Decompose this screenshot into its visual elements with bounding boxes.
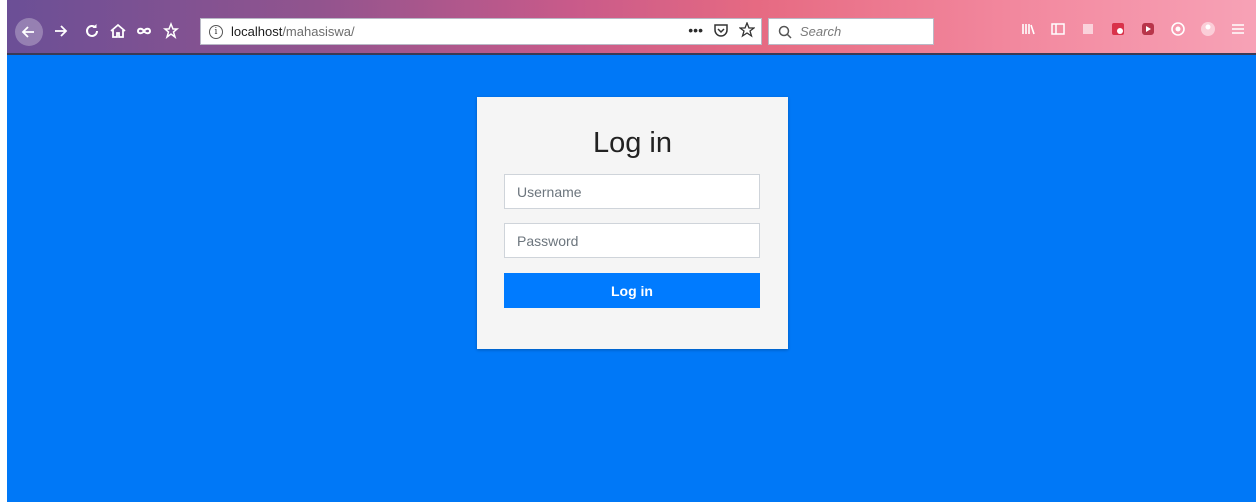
pocket-icon[interactable]	[713, 22, 729, 38]
login-title: Log in	[592, 127, 672, 159]
url-path: /mahasiswa/	[282, 24, 355, 39]
url-actions: •••	[688, 22, 755, 38]
browser-toolbar: i localhost /mahasiswa/ ••• Search	[7, 0, 1256, 55]
home-icon	[110, 23, 126, 38]
sidebar-icon[interactable]	[1050, 21, 1066, 37]
search-icon	[778, 25, 792, 39]
search-bar[interactable]: Search	[768, 18, 934, 45]
login-card: Log in Log in	[477, 97, 788, 349]
reload-button[interactable]	[81, 20, 103, 42]
extension-icon[interactable]	[1080, 21, 1096, 37]
browser-window: i localhost /mahasiswa/ ••• Search Log i…	[7, 0, 1256, 502]
reload-icon	[86, 24, 98, 37]
pdf-icon[interactable]	[1110, 21, 1126, 37]
home-button[interactable]	[107, 20, 129, 42]
library-icon[interactable]	[1020, 21, 1036, 37]
bookmark-star-icon	[162, 22, 180, 39]
back-arrow-icon	[21, 26, 34, 38]
menu-icon[interactable]	[1230, 21, 1246, 37]
toolbar-right-icons	[1020, 21, 1246, 37]
page-content: Log in Log in	[7, 55, 1256, 502]
back-button[interactable]	[15, 18, 43, 46]
login-button[interactable]: Log in	[504, 273, 760, 308]
info-icon[interactable]: i	[209, 24, 223, 39]
star-icon[interactable]	[739, 22, 755, 38]
search-placeholder: Search	[800, 24, 842, 39]
forward-button[interactable]	[49, 20, 71, 42]
circle-icon[interactable]	[1170, 21, 1186, 37]
url-host: localhost	[231, 24, 283, 39]
media-icon[interactable]	[1140, 21, 1156, 37]
address-bar[interactable]: i localhost /mahasiswa/ •••	[200, 18, 762, 45]
username-field[interactable]	[504, 174, 760, 209]
password-field[interactable]	[504, 223, 760, 258]
account-icon[interactable]	[1200, 21, 1216, 37]
bookmark-star-button[interactable]	[160, 20, 182, 42]
ellipsis-icon[interactable]: •••	[688, 22, 703, 38]
private-button[interactable]	[133, 20, 155, 42]
forward-arrow-icon	[55, 25, 68, 37]
infinity-icon	[136, 27, 152, 35]
